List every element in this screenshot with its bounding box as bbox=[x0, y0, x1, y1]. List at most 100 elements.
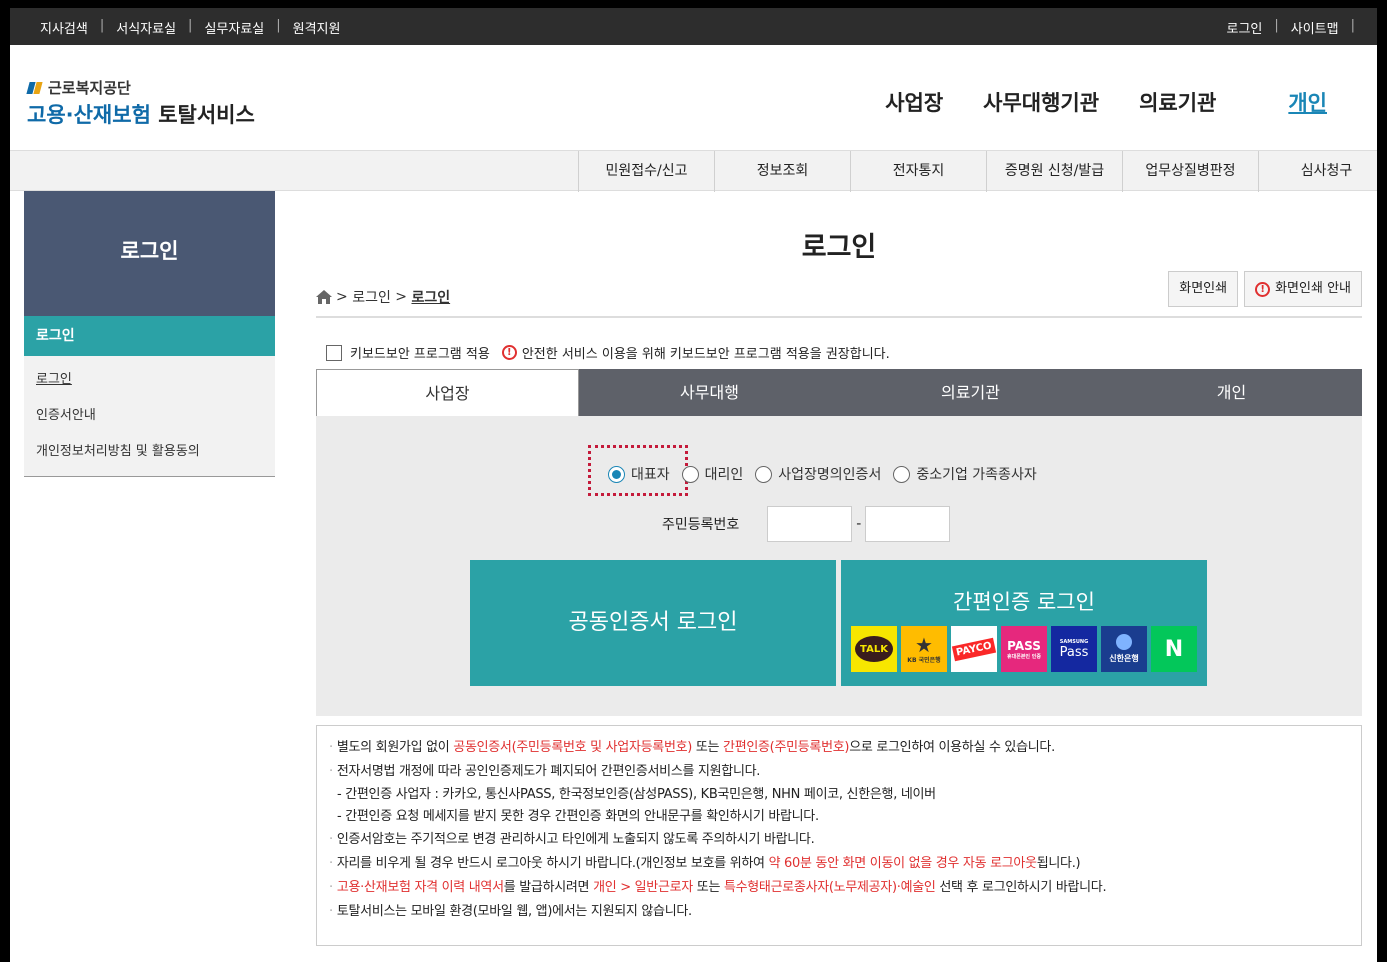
page-title: 로그인 bbox=[801, 232, 877, 263]
sidebar-item-privacy[interactable]: 개인정보처리방침 및 활용동의 bbox=[36, 434, 275, 470]
easy-auth-title: 간편인증 로그인 bbox=[953, 590, 1095, 614]
user-type-radios: 대표자 대리인 사업장명의인증서 중소기업 가족종사자 bbox=[608, 464, 1049, 484]
main-nav: 사업장 사무대행기관 의료기관 개인 bbox=[845, 87, 1327, 117]
keyboard-security-row: 키보드보안 프로그램 적용 ! 안전한 서비스 이용을 위해 키보드보안 프로그… bbox=[326, 343, 890, 362]
nav-medical[interactable]: 의료기관 bbox=[1139, 87, 1216, 117]
warning-icon: ! bbox=[1255, 281, 1271, 297]
bullet: · bbox=[329, 764, 333, 779]
resident-number-row: 주민등록번호 - bbox=[662, 506, 951, 542]
browser-page: 지사검색 | 서식자료실 | 실무자료실 | 원격지원 로그인 | 사이트맵 |… bbox=[10, 8, 1377, 962]
subnav-civil-application[interactable]: 민원접수/신고 bbox=[578, 151, 714, 192]
nav-agency[interactable]: 사무대행기관 bbox=[983, 87, 1099, 117]
nav-workplace[interactable]: 사업장 bbox=[885, 87, 943, 117]
print-guide-label: 화면인쇄 안내 bbox=[1275, 281, 1351, 296]
logo-text-primary: 고용·산재보험 bbox=[27, 103, 151, 127]
tab-agency[interactable]: 사무대행 bbox=[579, 369, 840, 416]
login-notice-box: · 별도의 회원가입 없이 공동인증서(주민등록번호 및 사업자등록번호) 또는 … bbox=[316, 725, 1362, 946]
kb-bank-icon[interactable]: ★ KB 국민은행 bbox=[901, 626, 947, 672]
separator: | bbox=[188, 18, 193, 33]
bullet: · bbox=[329, 880, 333, 895]
print-buttons: 화면인쇄 ! 화면인쇄 안내 bbox=[1162, 271, 1362, 307]
sub-nav: 민원접수/신고 정보조회 전자통지 증명원 신청/발급 업무상질병판정 심사청구 bbox=[10, 150, 1377, 192]
subnav-certificate[interactable]: 증명원 신청/발급 bbox=[986, 151, 1122, 192]
site-logo[interactable]: 고용·산재보험 토탈서비스 bbox=[27, 99, 255, 129]
sidebar-active-section[interactable]: 로그인 bbox=[24, 316, 275, 356]
separator: | bbox=[99, 18, 105, 33]
resident-number-front-input[interactable] bbox=[767, 506, 853, 542]
sidebar-title: 로그인 bbox=[24, 191, 275, 316]
sitemap-link[interactable]: 사이트맵 bbox=[1291, 18, 1339, 37]
notice-line: · 고용·산재보험 자격 이력 내역서를 발급하시려면 개인 > 일반근로자 또는… bbox=[329, 880, 1107, 895]
tab-medical[interactable]: 의료기관 bbox=[840, 369, 1101, 416]
samsung-pass-icon[interactable]: SAMSUNG Pass bbox=[1051, 626, 1097, 672]
subnav-disease-judgement[interactable]: 업무상질병판정 bbox=[1122, 151, 1258, 192]
subnav-e-notice[interactable]: 전자통지 bbox=[850, 151, 986, 192]
remote-support-link[interactable]: 원격지원 bbox=[293, 18, 341, 37]
notice-line: · 별도의 회원가입 없이 공동인증서(주민등록번호 및 사업자등록번호) 또는 … bbox=[329, 740, 1055, 755]
sidebar-item-cert-guide[interactable]: 인증서안내 bbox=[36, 398, 275, 434]
radio-family-worker[interactable] bbox=[893, 465, 911, 483]
breadcrumb: > 로그인 > 로그인 bbox=[316, 287, 450, 307]
subnav-info-lookup[interactable]: 정보조회 bbox=[714, 151, 850, 192]
kakao-talk-icon[interactable]: TALK bbox=[851, 626, 897, 672]
keyboard-security-checkbox[interactable] bbox=[326, 344, 342, 361]
radio-label[interactable]: 대표자 bbox=[631, 464, 670, 484]
branch-search-link[interactable]: 지사검색 bbox=[40, 18, 88, 37]
site-header: 근로복지공단 고용·산재보험 토탈서비스 사업장 사무대행기관 의료기관 개인 bbox=[10, 45, 1377, 150]
tab-personal[interactable]: 개인 bbox=[1101, 369, 1362, 416]
bullet: · bbox=[329, 904, 333, 919]
nav-personal[interactable]: 개인 bbox=[1288, 87, 1327, 117]
breadcrumb-current[interactable]: 로그인 bbox=[411, 287, 450, 307]
radio-representative[interactable] bbox=[608, 465, 625, 483]
sidebar-item-login[interactable]: 로그인 bbox=[36, 362, 275, 398]
pass-icon[interactable]: PASS 휴대폰본인 인증 bbox=[1001, 626, 1047, 672]
radio-proxy[interactable] bbox=[681, 465, 699, 483]
tab-workplace[interactable]: 사업장 bbox=[316, 369, 579, 416]
breadcrumb-separator: > bbox=[395, 289, 408, 305]
separator: | bbox=[276, 18, 281, 33]
agency-name: 근로복지공단 bbox=[48, 79, 131, 97]
radio-label[interactable]: 중소기업 가족종사자 bbox=[916, 464, 1036, 484]
notice-line: · 자리를 비우게 될 경우 반드시 로그아웃 하시기 바랍니다.(개인정보 보호… bbox=[329, 856, 1081, 871]
separator: | bbox=[1274, 18, 1279, 33]
breadcrumb-separator: > bbox=[336, 289, 348, 305]
resident-number-back-input[interactable] bbox=[865, 506, 951, 542]
print-button[interactable]: 화면인쇄 bbox=[1168, 271, 1239, 307]
radio-label[interactable]: 사업장명의인증서 bbox=[778, 464, 881, 484]
bullet: · bbox=[329, 832, 333, 847]
keyboard-security-notice: 안전한 서비스 이용을 위해 키보드보안 프로그램 적용을 권장합니다. bbox=[521, 347, 890, 362]
print-guide-button[interactable]: ! 화면인쇄 안내 bbox=[1244, 271, 1362, 307]
login-link[interactable]: 로그인 bbox=[1226, 18, 1262, 37]
notice-line: · 토탈서비스는 모바일 환경(모바일 웹, 앱)에서는 지원되지 않습니다. bbox=[329, 904, 692, 919]
notice-subline: - 간편인증 사업자 : 카카오, 통신사PASS, 한국정보인증(삼성PASS… bbox=[337, 787, 936, 802]
radio-business-cert[interactable] bbox=[755, 465, 773, 483]
sidebar-list: 로그인 인증서안내 개인정보처리방침 및 활용동의 bbox=[24, 356, 275, 477]
separator: | bbox=[1350, 18, 1355, 33]
shinhan-bank-icon[interactable]: 신한은행 bbox=[1101, 626, 1147, 672]
warning-icon: ! bbox=[501, 345, 517, 360]
forms-library-link[interactable]: 서식자료실 bbox=[116, 18, 176, 37]
radio-label[interactable]: 대리인 bbox=[705, 464, 744, 484]
easy-auth-providers: TALK ★ KB 국민은행 PAYCO PASS 휴대폰본인 인증 SAMSU bbox=[841, 626, 1207, 672]
notice-line: · 전자서명법 개정에 따라 공인인증제도가 폐지되어 간편인증서비스를 지원합니… bbox=[329, 764, 761, 779]
bullet: · bbox=[329, 856, 333, 871]
easy-auth-login-button[interactable]: 간편인증 로그인 TALK ★ KB 국민은행 PAYCO PASS 휴대폰본인… bbox=[841, 560, 1207, 686]
sidebar: 로그인 로그인 로그인 인증서안내 개인정보처리방침 및 활용동의 bbox=[24, 191, 275, 477]
practice-library-link[interactable]: 실무자료실 bbox=[204, 18, 264, 37]
breadcrumb-item[interactable]: 로그인 bbox=[352, 287, 391, 307]
notice-line: · 인증서암호는 주기적으로 변경 관리하시고 타인에게 노출되지 않도록 주의하… bbox=[329, 832, 815, 847]
logo-agency[interactable]: 근로복지공단 bbox=[26, 77, 131, 98]
bullet: · bbox=[329, 740, 333, 755]
agency-logo-icon bbox=[26, 80, 45, 96]
home-icon[interactable] bbox=[316, 290, 332, 304]
logo-text-secondary: 토탈서비스 bbox=[150, 103, 255, 127]
certificate-login-button[interactable]: 공동인증서 로그인 bbox=[470, 560, 836, 686]
login-type-tabs: 사업장 사무대행 의료기관 개인 bbox=[316, 369, 1362, 416]
subnav-review-request[interactable]: 심사청구 bbox=[1258, 151, 1377, 192]
payco-icon[interactable]: PAYCO bbox=[951, 626, 997, 672]
notice-subline: - 간편인증 요청 메세지를 받지 못한 경우 간편인증 화면의 안내문구를 확… bbox=[337, 809, 819, 824]
resident-number-dash: - bbox=[856, 516, 862, 532]
utility-bar: 지사검색 | 서식자료실 | 실무자료실 | 원격지원 로그인 | 사이트맵 | bbox=[10, 8, 1377, 45]
naver-icon[interactable]: N bbox=[1151, 626, 1197, 672]
resident-number-label: 주민등록번호 bbox=[662, 517, 740, 533]
